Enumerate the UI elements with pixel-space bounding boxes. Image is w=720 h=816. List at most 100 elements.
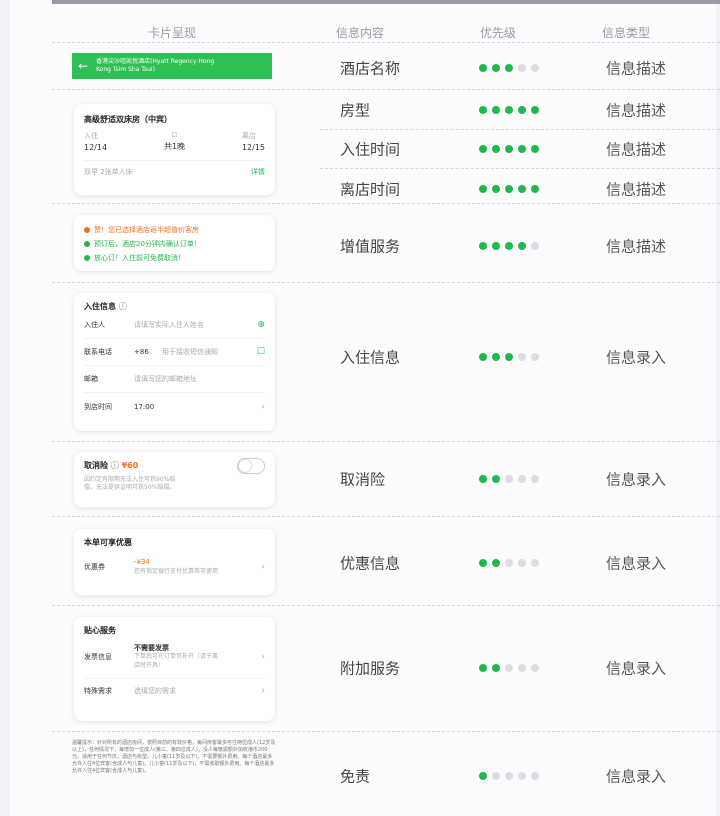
guest-input[interactable]: 请填写实际入住人姓名: [134, 320, 204, 330]
sub-row-divider: [320, 129, 720, 130]
info-icon[interactable]: ⓘ: [119, 302, 127, 311]
row-info-text: 附加服务: [340, 659, 401, 678]
row-info-text: 入住信息: [340, 348, 401, 367]
calendar-icon: ☐: [171, 131, 178, 139]
priority-dot-filled: [492, 353, 500, 361]
priority-dot-empty: [505, 475, 513, 483]
row-info-text: 优惠信息: [340, 554, 401, 573]
priority-dot-filled: [492, 242, 500, 250]
guest-label: 入住人: [84, 321, 105, 329]
priority-dot-filled: [492, 475, 500, 483]
disclaimer-text: 温馨提示：针对所有的酒店房间，按照目前的有效价格，每间房客最多可住两位成人(12…: [72, 740, 276, 774]
service-line-3: 放心订！入住前可免费取消！: [94, 254, 185, 262]
priority-rating: [479, 185, 539, 193]
row-info-text: 增值服务: [340, 237, 401, 256]
priority-dot-empty: [505, 664, 513, 672]
row-divider: [52, 731, 720, 732]
top-divider: [52, 0, 720, 4]
room-card: 高级舒适双床房（中宾） 入住 12/14 ☐ 共1晚 离店 12/15 双早 2…: [74, 104, 275, 195]
priority-dot-filled: [479, 145, 487, 153]
priority-dot-filled: [531, 145, 539, 153]
checkin-label: 入住: [84, 132, 98, 140]
priority-dot-empty: [505, 559, 513, 567]
document-sheet: 卡片呈现 信息内容 优先级 信息类型 酒店名称 信息描述 房型 信息描述 入住时间 信息描…: [10, 0, 720, 816]
priority-dot-filled: [479, 242, 487, 250]
coupon-value: -¥34: [134, 558, 150, 566]
row-type-text: 信息录入: [606, 767, 667, 786]
priority-dot-filled: [518, 185, 526, 193]
priority-dot-filled: [531, 106, 539, 114]
priority-rating: [479, 64, 539, 72]
priority-dot-filled: [479, 772, 487, 780]
priority-dot-empty: [531, 772, 539, 780]
header-card-column: 卡片呈现: [147, 26, 197, 40]
priority-dot-filled: [479, 664, 487, 672]
priority-rating: [479, 772, 539, 780]
checkin-date: 12/14: [84, 143, 108, 152]
priority-dot-filled: [492, 64, 500, 72]
phone-code[interactable]: +86: [134, 348, 162, 356]
chevron-right-icon[interactable]: ›: [261, 562, 265, 572]
priority-dot-filled: [479, 559, 487, 567]
priority-rating: [479, 475, 539, 483]
row-type-text: 信息录入: [606, 470, 667, 489]
priority-dot-filled: [479, 353, 487, 361]
nights-count: 共1晚: [163, 142, 186, 151]
priority-dot-filled: [492, 185, 500, 193]
priority-dot-filled: [479, 185, 487, 193]
service-line-2: 预订后，酒店20分钟内确认订单！: [94, 240, 201, 248]
priority-dot-empty: [531, 353, 539, 361]
checkout-label: 离店: [241, 132, 256, 140]
insurance-toggle[interactable]: [237, 458, 265, 474]
row-divider: [52, 203, 720, 204]
invoice-value[interactable]: 不需要发票: [134, 644, 169, 652]
priority-dot-filled: [505, 64, 513, 72]
chevron-right-icon[interactable]: ›: [261, 686, 265, 696]
priority-dot-empty: [531, 475, 539, 483]
row-type-text: 信息描述: [606, 180, 667, 199]
priority-rating: [479, 559, 539, 567]
chevron-right-icon[interactable]: ›: [261, 652, 265, 662]
coupon-label: 优惠券: [84, 563, 105, 571]
room-detail-link[interactable]: 详情: [251, 167, 265, 177]
priority-dot-empty: [531, 664, 539, 672]
priority-dot-filled: [492, 559, 500, 567]
priority-dot-filled: [531, 185, 539, 193]
room-detail: 双早 2张单人床: [84, 168, 133, 176]
priority-dot-filled: [505, 242, 513, 250]
row-info-text: 离店时间: [340, 180, 401, 199]
row-type-text: 信息描述: [606, 101, 667, 120]
row-info-text: 房型: [340, 101, 371, 120]
priority-rating: [479, 145, 539, 153]
header-type-column: 信息类型: [601, 26, 651, 40]
email-input[interactable]: 请填写您的邮箱地址: [134, 374, 197, 384]
hotel-name-bar[interactable]: ← 香港尖沙咀凯悦酒店(Hyatt Regency Hong Kong Tsim…: [72, 53, 272, 79]
priority-rating: [479, 353, 539, 361]
row-info-text: 免责: [340, 767, 371, 786]
priority-dot-filled: [505, 185, 513, 193]
row-type-text: 信息描述: [606, 237, 667, 256]
contact-icon[interactable]: ⊕: [257, 320, 265, 330]
chevron-right-icon[interactable]: ›: [261, 402, 265, 412]
phonebook-icon[interactable]: ☐: [257, 347, 265, 357]
header-priority-column: 优先级: [479, 26, 517, 40]
priority-dot-empty: [518, 772, 526, 780]
special-request-input[interactable]: 选填您的需求: [134, 686, 176, 696]
priority-dot-filled: [505, 145, 513, 153]
priority-dot-filled: [492, 664, 500, 672]
priority-dot-filled: [479, 475, 487, 483]
check-icon: [84, 241, 90, 247]
checkin-title: 入住信息: [84, 302, 116, 311]
back-arrow-icon[interactable]: ←: [78, 59, 88, 73]
discount-title: 本单可享优惠: [84, 538, 132, 547]
invoice-desc-2: 店时开具）: [134, 662, 165, 669]
row-divider: [52, 282, 720, 283]
insurance-card: 取消险 ⓘ ¥60 因约定有限期无法入住可获90%赔 偿，无法提供证明可获50%…: [74, 452, 275, 507]
arrival-time-select[interactable]: 17:00: [134, 403, 154, 411]
extra-service-card: 贴心服务 发票信息 不需要发票 下单后可在订单页补开（请于离 店时开具） › 特…: [74, 617, 275, 721]
row-divider: [52, 42, 720, 43]
phone-input[interactable]: 用于接收短信通知: [162, 347, 218, 357]
row-divider: [52, 605, 720, 606]
info-icon[interactable]: ⓘ: [111, 461, 119, 470]
priority-dot-filled: [518, 242, 526, 250]
